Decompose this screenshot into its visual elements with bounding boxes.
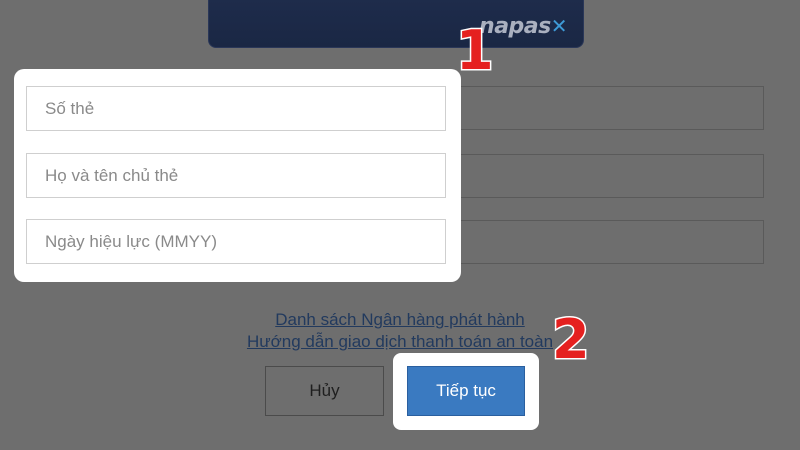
card-number-input[interactable]	[26, 86, 446, 131]
continue-highlight: Tiếp tục	[393, 353, 539, 430]
cancel-button[interactable]: Hủy	[265, 366, 384, 416]
step-2-marker: 2	[551, 308, 592, 371]
help-links: Danh sách Ngân hàng phát hành Hướng dẫn …	[0, 309, 800, 353]
cardholder-name-input[interactable]	[26, 153, 446, 198]
card-image: napas✕	[208, 0, 584, 48]
form-highlight	[14, 69, 461, 282]
issuing-banks-link[interactable]: Danh sách Ngân hàng phát hành	[0, 309, 800, 331]
continue-button[interactable]: Tiếp tục	[407, 366, 525, 416]
step-1-marker: 1	[455, 19, 496, 82]
safe-payment-guide-link[interactable]: Hướng dẫn giao dịch thanh toán an toàn	[0, 331, 800, 353]
valid-from-input[interactable]	[26, 219, 446, 264]
